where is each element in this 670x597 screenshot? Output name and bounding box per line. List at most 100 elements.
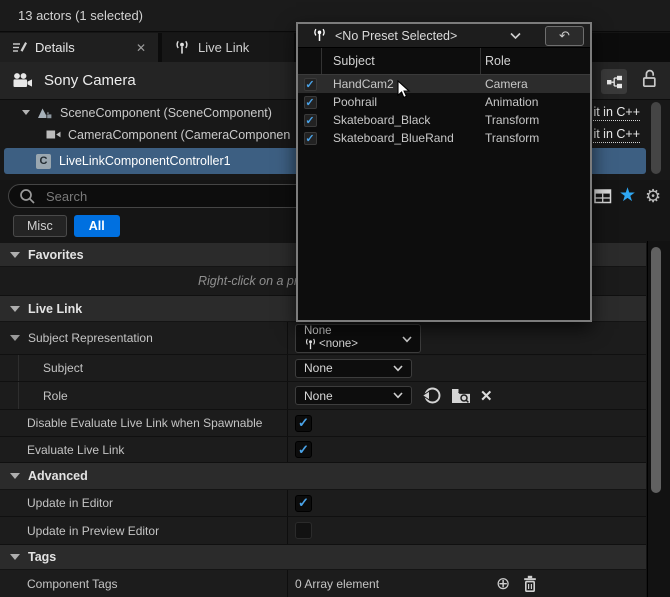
details-panel-window: 13 actors (1 selected) Details ✕ Live Li… [0, 0, 670, 597]
component-title: Sony Camera [44, 72, 136, 89]
live-link-preset-popup: <No Preset Selected> ↶ Subject Role Hand… [296, 22, 592, 322]
subject-column-header[interactable]: Subject [322, 48, 481, 74]
row-caret-icon[interactable] [10, 335, 20, 341]
dropdown-value: None [304, 389, 333, 403]
subject-enabled-checkbox[interactable] [304, 96, 317, 109]
preset-selector-label: <No Preset Selected> [335, 29, 502, 43]
property-label: Subject [43, 361, 83, 375]
section-caret-icon [10, 554, 20, 560]
dropdown-value: None [304, 325, 412, 338]
subject-name: Skateboard_Black [322, 113, 481, 127]
subject-enabled-checkbox[interactable] [304, 78, 317, 91]
column-label: Subject [333, 54, 375, 68]
favorites-filter-star-icon[interactable]: ★ [619, 183, 636, 209]
subject-representation-dropdown[interactable]: None <none> [295, 324, 421, 353]
subject-row-skateboard-bluerand[interactable]: Skateboard_BlueRand Transform [298, 129, 590, 147]
edit-in-cpp-link[interactable]: it in C++ [593, 127, 640, 143]
use-selected-asset-icon[interactable] [421, 386, 442, 405]
tab-live-link[interactable]: Live Link [162, 33, 294, 62]
chevron-down-icon[interactable] [510, 32, 521, 40]
filter-buttons: Misc All [13, 215, 120, 237]
filter-all-label: All [89, 219, 105, 233]
row-subject-representation: Subject Representation None <none> [0, 322, 646, 355]
controller-icon [36, 154, 51, 169]
update-in-preview-editor-checkbox[interactable] [295, 522, 312, 539]
subject-row-skateboard-black[interactable]: Skateboard_Black Transform [298, 111, 590, 129]
section-tags[interactable]: Tags [0, 545, 646, 570]
close-icon[interactable]: ✕ [136, 41, 146, 55]
mouse-cursor [397, 80, 412, 99]
evaluate-live-link-checkbox[interactable] [295, 441, 312, 458]
favorites-hint-text: Right-click on a pro [198, 274, 305, 288]
disable-evaluate-checkbox[interactable] [295, 415, 312, 432]
property-label: Update in Preview Editor [27, 524, 159, 538]
dropdown-subvalue: <none> [319, 338, 358, 351]
tab-details-label: Details [35, 40, 75, 55]
browse-asset-icon[interactable] [451, 388, 471, 404]
subject-role: Animation [481, 95, 590, 109]
subject-role: Transform [481, 131, 590, 145]
subject-row-poohrail[interactable]: Poohrail Animation [298, 93, 590, 111]
add-element-icon[interactable]: ⊕ [496, 575, 510, 592]
subject-name: Skateboard_BlueRand [322, 131, 481, 145]
filter-all-button[interactable]: All [74, 215, 120, 237]
chevron-down-icon [402, 336, 412, 343]
property-label-cell: Component Tags [0, 570, 288, 597]
section-advanced[interactable]: Advanced [0, 463, 646, 490]
tab-live-link-label: Live Link [198, 40, 249, 55]
antenna-small-icon [304, 338, 317, 351]
property-label: Subject Representation [28, 331, 153, 345]
properties-scrollbar[interactable] [647, 241, 670, 597]
tree-row-label: LiveLinkComponentController1 [59, 154, 231, 168]
actors-status-text: 13 actors (1 selected) [18, 8, 143, 23]
property-label-cell: Update in Editor [0, 490, 288, 516]
undo-button[interactable]: ↶ [545, 26, 584, 46]
property-label: Disable Evaluate Live Link when Spawnabl… [27, 416, 262, 430]
section-caret-icon [10, 306, 20, 312]
lock-open-icon[interactable] [642, 69, 658, 88]
subject-role: Camera [481, 77, 590, 91]
subject-row-handcam2[interactable]: HandCam2 Camera [298, 75, 590, 93]
filter-misc-button[interactable]: Misc [13, 215, 67, 237]
settings-gear-icon[interactable]: ⚙ [645, 183, 661, 209]
role-column-header[interactable]: Role [481, 48, 590, 74]
tree-scrollbar[interactable] [651, 102, 661, 174]
antenna-icon [312, 28, 327, 43]
property-label: Role [43, 389, 68, 403]
subject-dropdown[interactable]: None [295, 359, 412, 378]
chevron-down-icon [393, 365, 403, 372]
property-label-cell: Evaluate Live Link [0, 437, 288, 462]
row-update-in-preview-editor: Update in Preview Editor [0, 517, 646, 545]
section-title: Live Link [28, 302, 82, 316]
row-update-in-editor: Update in Editor [0, 490, 646, 517]
enabled-column-header [298, 48, 322, 74]
row-evaluate-live-link: Evaluate Live Link [0, 437, 646, 463]
live-link-antenna-icon [174, 40, 190, 56]
edit-in-cpp-link[interactable]: it in C++ [593, 105, 640, 121]
section-caret-icon [10, 473, 20, 479]
camera-component-icon [46, 129, 61, 140]
property-label: Update in Editor [27, 496, 113, 510]
section-title: Tags [28, 550, 56, 564]
subject-enabled-checkbox[interactable] [304, 132, 317, 145]
preset-selector-bar[interactable]: <No Preset Selected> ↶ [298, 24, 590, 48]
property-label-cell: Disable Evaluate Live Link when Spawnabl… [0, 410, 288, 436]
subject-enabled-checkbox[interactable] [304, 114, 317, 127]
details-icon [12, 41, 27, 54]
row-component-tags: Component Tags 0 Array element ⊕ [0, 570, 646, 597]
clear-value-icon[interactable]: ✕ [480, 387, 493, 405]
role-dropdown[interactable]: None [295, 386, 412, 405]
row-role: Role None ✕ [0, 382, 646, 410]
section-title: Advanced [28, 469, 88, 483]
property-label: Component Tags [27, 577, 118, 591]
property-label-cell: Update in Preview Editor [0, 517, 288, 544]
expand-caret-icon[interactable] [22, 110, 30, 115]
property-label: Evaluate Live Link [27, 443, 124, 457]
scrollbar-thumb[interactable] [651, 247, 661, 493]
chevron-down-icon [393, 392, 403, 399]
edit-blueprint-button[interactable] [601, 69, 627, 94]
delete-elements-icon[interactable] [522, 575, 538, 593]
tab-details[interactable]: Details ✕ [0, 33, 158, 62]
update-in-editor-checkbox[interactable] [295, 495, 312, 512]
display-options-icon[interactable] [594, 189, 612, 204]
